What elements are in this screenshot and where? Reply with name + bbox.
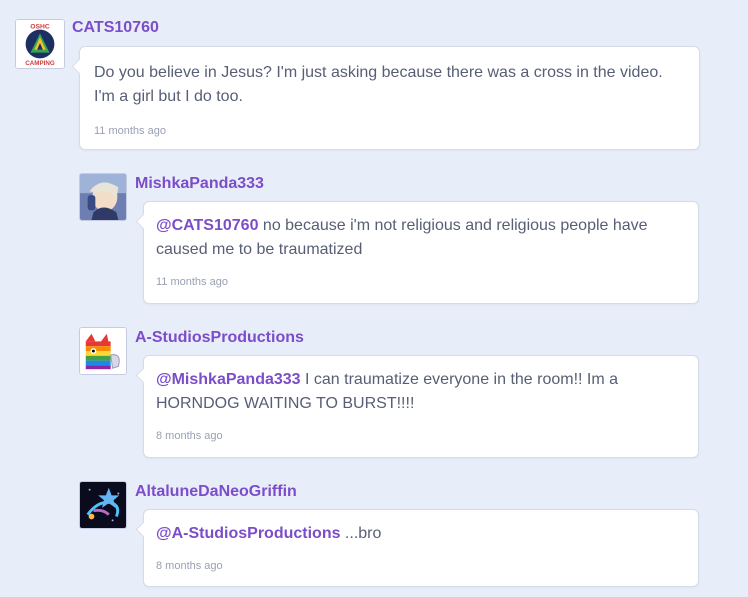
timestamp: 8 months ago (156, 430, 223, 442)
comment-bubble: @A-StudiosProductions ...bro 8 months ag… (143, 509, 699, 587)
camping-badge-avatar-icon: OSHC CAMPING (16, 20, 64, 68)
reply-2: A-StudiosProductions @MishkaPanda333 I c… (79, 327, 705, 459)
avatar[interactable] (79, 173, 127, 221)
anime-character-avatar-icon (80, 174, 126, 220)
mention-link[interactable]: @A-StudiosProductions (156, 525, 340, 542)
username[interactable]: CATS10760 (72, 19, 159, 37)
comment-bubble: Do you believe in Jesus? I'm just asking… (79, 46, 700, 150)
username[interactable]: AltaluneDaNeoGriffin (135, 483, 297, 501)
username[interactable]: MishkaPanda333 (135, 175, 264, 193)
svg-text:OSHC: OSHC (30, 24, 50, 31)
comment-bubble: @MishkaPanda333 I can traumatize everyon… (143, 355, 699, 458)
comment-text: @CATS10760 no because i'm not religious … (156, 214, 686, 262)
mention-link[interactable]: @CATS10760 (156, 217, 258, 234)
mention-link[interactable]: @MishkaPanda333 (156, 371, 301, 388)
timestamp: 8 months ago (156, 560, 223, 572)
avatar[interactable]: OSHC CAMPING (15, 19, 65, 69)
username[interactable]: A-StudiosProductions (135, 329, 304, 347)
neon-griffin-avatar-icon (80, 482, 126, 528)
reply-1: MishkaPanda333 @CATS10760 no because i'm… (79, 173, 705, 305)
rainbow-cat-avatar-icon (80, 328, 126, 374)
avatar[interactable] (79, 481, 127, 529)
svg-text:CAMPING: CAMPING (25, 60, 55, 67)
comment-body: Do you believe in Jesus? I'm just asking… (94, 64, 663, 105)
comment-1: OSHC CAMPING CATS10760 Do you believe in… (15, 19, 705, 154)
comment-text: @MishkaPanda333 I can traumatize everyon… (156, 368, 686, 416)
comment-text: @A-StudiosProductions ...bro (156, 522, 686, 546)
comment-bubble: @CATS10760 no because i'm not religious … (143, 201, 699, 304)
avatar[interactable] (79, 327, 127, 375)
timestamp: 11 months ago (156, 276, 228, 288)
timestamp: 11 months ago (94, 125, 166, 137)
reply-3: AltaluneDaNeoGriffin @A-StudiosProductio… (79, 481, 705, 591)
comment-body: ...bro (340, 525, 382, 542)
comment-text: Do you believe in Jesus? I'm just asking… (94, 61, 687, 109)
